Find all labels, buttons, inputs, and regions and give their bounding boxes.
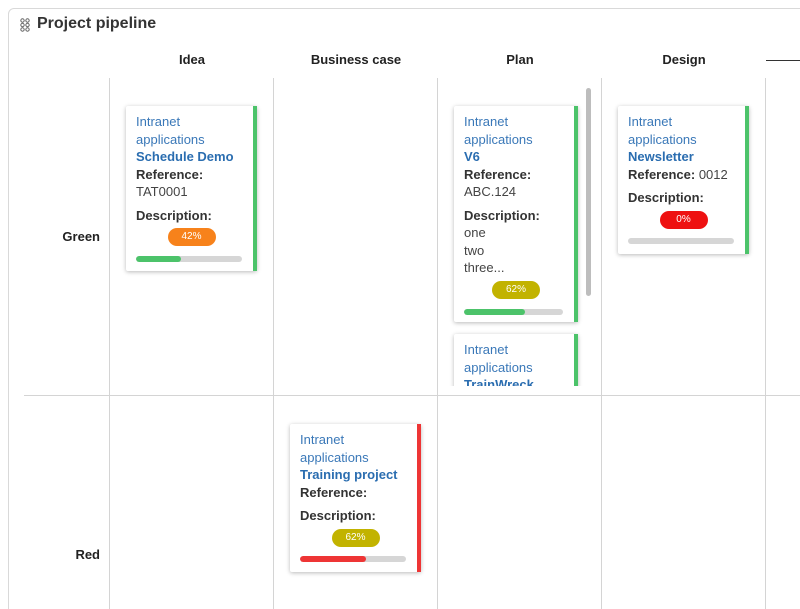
column-header-overflow [766, 60, 800, 61]
progress-bar [136, 256, 242, 262]
cell-green-plan[interactable]: Intranet applications V6 Reference: ABC.… [438, 96, 601, 386]
description-line: three... [464, 260, 505, 275]
column-header-plan: Plan [506, 52, 534, 67]
row-label-green: Green [62, 229, 100, 244]
description-label: Description: [136, 207, 212, 223]
project-card[interactable]: Intranet applications Newsletter Referen… [618, 106, 749, 254]
grid-line [601, 78, 602, 609]
row-label-red: Red [75, 547, 100, 562]
reference-value: ABC.124 [464, 184, 517, 199]
card-category[interactable]: Intranet applications [136, 113, 247, 148]
status-stripe-green [574, 334, 578, 386]
reference-value: TAT0001 [136, 184, 188, 199]
project-card[interactable]: Intranet applications Schedule Demo Refe… [126, 106, 257, 271]
percent-badge: 42% [167, 228, 216, 246]
grid-line [24, 395, 800, 396]
grid-line [109, 78, 110, 609]
description-label: Description: [464, 207, 540, 223]
project-card[interactable]: Intranet applications Training project R… [290, 424, 421, 572]
project-card[interactable]: Intranet applications V6 Reference: ABC.… [454, 106, 578, 322]
reference-label: Reference: [628, 166, 696, 182]
widget-title: Project pipeline [37, 15, 157, 32]
description-line: one [464, 225, 486, 240]
reference-label: Reference: [136, 166, 204, 182]
card-project-name[interactable]: Training project [300, 466, 411, 484]
drag-handle-icon[interactable] [20, 18, 30, 32]
status-stripe-green [574, 106, 578, 322]
progress-fill [464, 309, 526, 315]
progress-bar [464, 309, 563, 315]
card-category[interactable]: Intranet applications [300, 431, 411, 466]
card-category[interactable]: Intranet applications [464, 341, 568, 376]
status-stripe-green [253, 106, 257, 271]
progress-fill [136, 256, 181, 262]
reference-label: Reference: [300, 484, 368, 500]
progress-fill [300, 556, 366, 562]
reference-value: 0012 [698, 166, 728, 182]
column-header-design: Design [662, 52, 706, 67]
card-category[interactable]: Intranet applications [464, 113, 568, 148]
percent-badge: 0% [659, 210, 708, 229]
card-project-name[interactable]: TrainWreck [464, 376, 568, 386]
grid-line [273, 78, 274, 609]
card-project-name[interactable]: V6 [464, 148, 568, 166]
card-project-name[interactable]: Schedule Demo [136, 148, 247, 166]
cell-scrollbar-thumb[interactable] [586, 88, 591, 296]
progress-bar [300, 556, 406, 562]
column-header-idea: Idea [178, 52, 205, 67]
column-header-business-case: Business case [310, 52, 402, 67]
description-label: Description: [300, 508, 376, 523]
card-category[interactable]: Intranet applications [628, 113, 739, 148]
reference-label: Reference: [464, 166, 532, 182]
status-stripe-green [745, 106, 749, 254]
percent-badge: 62% [331, 528, 380, 547]
card-project-name[interactable]: Newsletter [628, 148, 739, 166]
percent-badge: 62% [492, 280, 540, 299]
description-label: Description: [628, 190, 704, 205]
progress-bar [628, 238, 734, 244]
project-card[interactable]: Intranet applications TrainWreck [454, 334, 578, 386]
status-stripe-red [417, 424, 421, 572]
description-line: two [464, 242, 485, 258]
grid-line [765, 78, 766, 609]
